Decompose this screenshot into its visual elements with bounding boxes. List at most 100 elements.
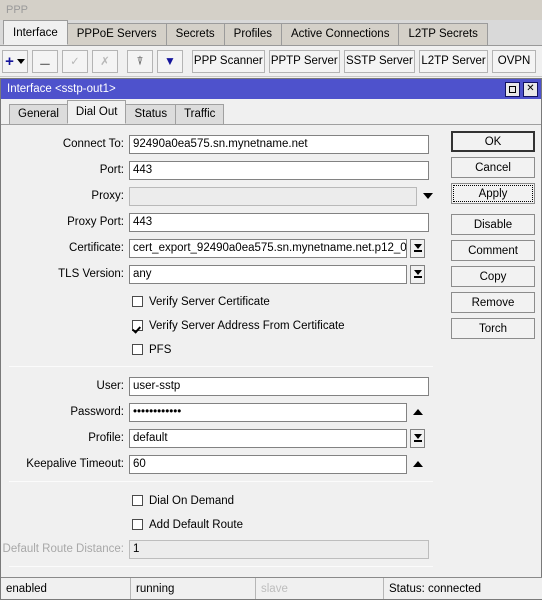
user-input[interactable]: user-sstp [129, 376, 429, 396]
tab-secrets-label: Secrets [175, 28, 215, 40]
pfs-checkbox[interactable] [132, 344, 143, 355]
port-row: Port: 443 [1, 159, 441, 181]
interface-dialog: Interface <sstp-out1> ✕ General Dial Out… [0, 78, 542, 600]
verify-server-address-label: Verify Server Address From Certificate [149, 319, 345, 332]
password-expand-button[interactable] [410, 403, 425, 422]
proxy-port-input[interactable]: 443 [129, 212, 429, 232]
main-tab-bar: Interface PPPoE Servers Secrets Profiles… [0, 20, 542, 46]
l2tp-server-button[interactable]: L2TP Server [418, 49, 489, 73]
password-input[interactable]: •••••••••••• [129, 402, 407, 422]
keepalive-timeout-label: Keepalive Timeout: [26, 458, 124, 470]
tab-secrets[interactable]: Secrets [165, 23, 225, 45]
disable-dialog-button[interactable]: Disable [451, 214, 535, 235]
proxy-port-value: 443 [133, 216, 153, 228]
cancel-button[interactable]: Cancel [451, 157, 535, 178]
maximize-button[interactable] [505, 81, 520, 97]
proxy-dropdown-icon[interactable] [423, 193, 433, 199]
tab-active-connections[interactable]: Active Connections [281, 23, 400, 45]
proxy-port-label: Proxy Port: [67, 216, 124, 228]
dialog-tab-dial-out[interactable]: Dial Out [66, 100, 127, 124]
tls-version-label: TLS Version: [58, 268, 124, 280]
torch-button-label: Torch [478, 322, 508, 335]
ovpn-server-button[interactable]: OVPN [492, 49, 536, 73]
ok-button-label: OK [484, 135, 502, 148]
torch-button[interactable]: Torch [451, 318, 535, 339]
sstp-server-button[interactable]: SSTP Server [343, 49, 415, 73]
enable-button[interactable]: ✓ [62, 49, 88, 73]
tab-interface[interactable]: Interface [3, 20, 68, 45]
dialog-title-bar: Interface <sstp-out1> ✕ [1, 79, 541, 99]
dial-on-demand-checkbox[interactable] [132, 495, 143, 506]
comment-icon: ⍒ [136, 53, 144, 68]
window-title: PPP [6, 4, 29, 16]
tab-active-connections-label: Active Connections [291, 28, 390, 40]
disable-button[interactable]: ✗ [92, 49, 118, 73]
tab-l2tp-secrets[interactable]: L2TP Secrets [398, 23, 488, 45]
certificate-input[interactable]: cert_export_92490a0ea575.sn.mynetname.ne… [129, 238, 407, 258]
ppp-scanner-button[interactable]: PPP Scanner [192, 49, 265, 73]
dial-on-demand-label: Dial On Demand [149, 494, 235, 507]
add-default-route-label: Add Default Route [149, 518, 243, 531]
dialog-tab-traffic-label: Traffic [184, 108, 216, 120]
tab-pppoe-servers[interactable]: PPPoE Servers [66, 23, 167, 45]
default-route-distance-input[interactable]: 1 [129, 539, 429, 559]
certificate-dropdown-button[interactable] [410, 238, 425, 258]
default-route-distance-row: Default Route Distance: 1 [1, 538, 441, 560]
keepalive-timeout-expand-button[interactable] [410, 455, 425, 474]
close-button[interactable]: ✕ [523, 81, 538, 97]
user-row: User: user-sstp [1, 375, 441, 397]
tls-version-dropdown-button[interactable] [410, 264, 425, 284]
profile-dropdown-button[interactable] [410, 428, 425, 448]
status-running: running [131, 578, 256, 599]
default-route-distance-value: 1 [133, 543, 140, 555]
l2tp-server-label: L2TP Server [421, 55, 486, 67]
ok-button[interactable]: OK [451, 131, 535, 152]
copy-button[interactable]: Copy [451, 266, 535, 287]
remove-button[interactable]: ⚊ [32, 49, 58, 73]
certificate-row: Certificate: cert_export_92490a0ea575.sn… [1, 237, 441, 259]
comment-dialog-button[interactable]: Comment [451, 240, 535, 261]
verify-server-certificate-label: Verify Server Certificate [149, 295, 270, 308]
port-label: Port: [99, 164, 124, 176]
remove-dialog-button[interactable]: Remove [451, 292, 535, 313]
cancel-button-label: Cancel [475, 161, 511, 174]
add-default-route-checkbox[interactable] [132, 519, 143, 530]
tab-profiles[interactable]: Profiles [223, 23, 283, 45]
add-button[interactable]: + [2, 49, 28, 73]
dialog-tab-general[interactable]: General [9, 104, 68, 124]
status-slave-label: slave [261, 582, 288, 595]
dialog-tab-traffic[interactable]: Traffic [175, 104, 225, 124]
pptp-server-label: PPTP Server [270, 55, 338, 67]
proxy-port-row: Proxy Port: 443 [1, 211, 441, 233]
window-title-bar: PPP [0, 0, 542, 20]
apply-button[interactable]: Apply [451, 183, 535, 204]
status-connection: Status: connected [384, 578, 542, 599]
verify-server-certificate-checkbox[interactable] [132, 296, 143, 307]
chevron-down-icon [16, 58, 25, 64]
verify-server-address-checkbox[interactable] [132, 320, 143, 331]
pptp-server-button[interactable]: PPTP Server [268, 49, 340, 73]
remove-button-label: Remove [471, 296, 515, 309]
certificate-value: cert_export_92490a0ea575.sn.mynetname.ne… [133, 242, 407, 254]
dialog-tab-status-label: Status [134, 108, 168, 120]
copy-button-label: Copy [479, 270, 507, 283]
pfs-label: PFS [149, 343, 172, 356]
dialog-tab-status[interactable]: Status [125, 104, 177, 124]
status-running-label: running [136, 582, 175, 595]
tab-pppoe-servers-label: PPPoE Servers [76, 28, 157, 40]
dialog-body: Connect To: 92490a0ea575.sn.mynetname.ne… [1, 125, 542, 599]
profile-row: Profile: default [1, 427, 441, 449]
password-row: Password: •••••••••••• [1, 401, 441, 423]
tls-version-input[interactable]: any [129, 264, 407, 284]
connect-to-input[interactable]: 92490a0ea575.sn.mynetname.net [129, 134, 429, 154]
port-input[interactable]: 443 [129, 160, 429, 180]
comment-button[interactable]: ⍒ [127, 49, 153, 73]
filter-icon: ▼ [164, 54, 176, 68]
user-value: user-sstp [133, 380, 181, 392]
proxy-input[interactable] [129, 186, 417, 206]
keepalive-timeout-input[interactable]: 60 [129, 454, 407, 474]
dialog-title: Interface <sstp-out1> [7, 83, 116, 95]
plus-icon: + [5, 52, 14, 70]
profile-input[interactable]: default [129, 428, 407, 448]
filter-button[interactable]: ▼ [157, 49, 183, 73]
